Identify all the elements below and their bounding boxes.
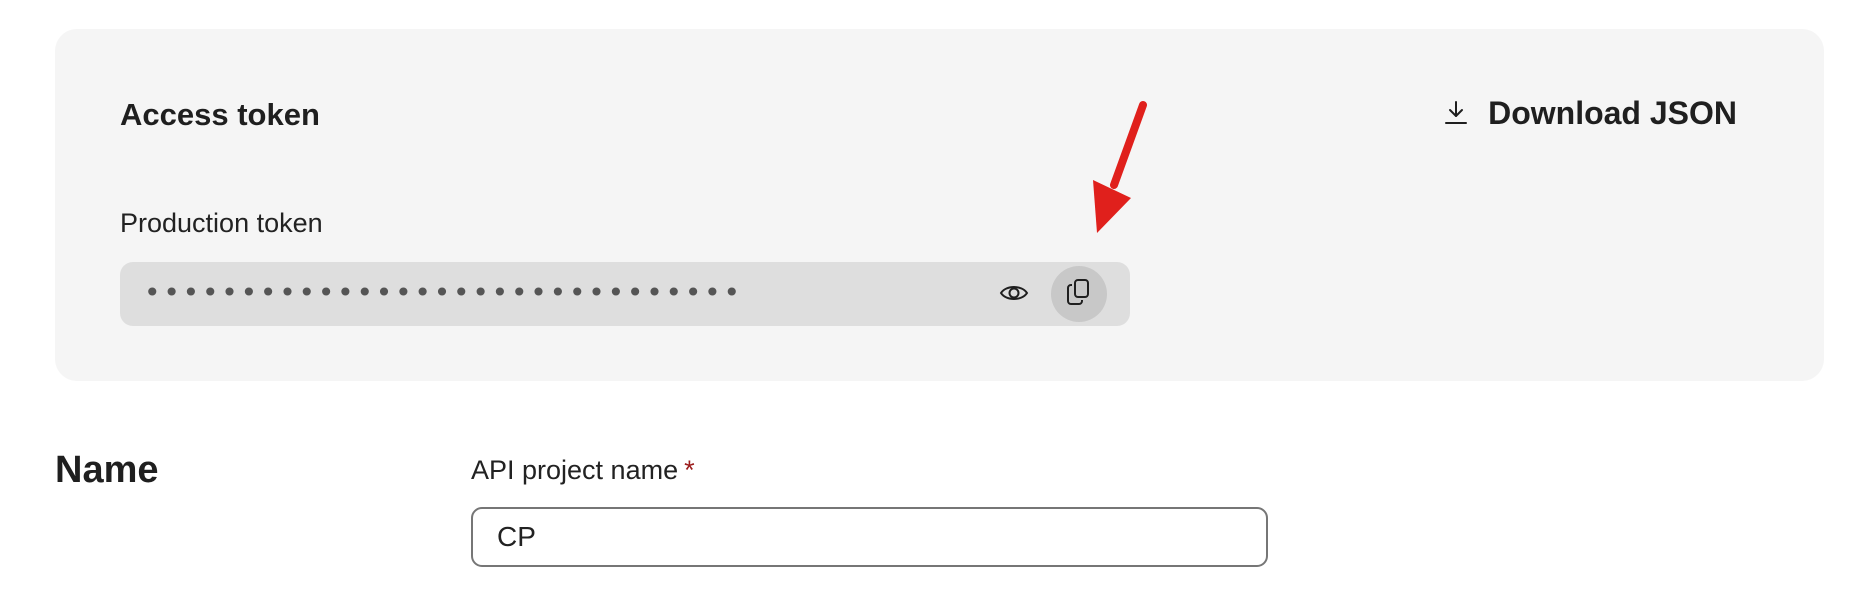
access-token-title: Access token: [120, 97, 320, 132]
required-marker: *: [684, 455, 695, 485]
name-section-heading: Name: [55, 449, 159, 491]
download-json-label: Download JSON: [1488, 95, 1737, 131]
production-token-label: Production token: [120, 208, 323, 238]
copy-token-button[interactable]: [1051, 266, 1107, 322]
page: Access token Download JSON Production to…: [0, 0, 1862, 604]
access-token-card: Access token Download JSON Production to…: [55, 29, 1824, 381]
eye-icon: [999, 283, 1029, 308]
show-token-button[interactable]: [997, 278, 1031, 312]
masked-token-value: •••••••••••••••••••••••••••••••: [144, 276, 743, 309]
api-project-name-label: API project name *: [471, 457, 695, 484]
download-icon: [1442, 99, 1470, 127]
api-project-name-label-text: API project name: [471, 455, 679, 485]
production-token-field[interactable]: •••••••••••••••••••••••••••••••: [120, 262, 1130, 326]
copy-icon: [1066, 278, 1092, 311]
api-project-name-input[interactable]: [471, 507, 1268, 567]
download-json-button[interactable]: Download JSON: [1442, 97, 1737, 129]
